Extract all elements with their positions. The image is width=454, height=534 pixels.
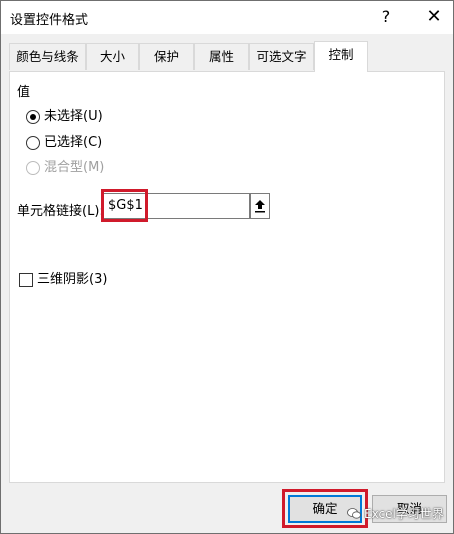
close-button[interactable]: ✕ bbox=[419, 3, 449, 31]
value-group-label: 值 bbox=[17, 85, 31, 100]
radio-label: 已选择(C) bbox=[44, 135, 103, 150]
radio-label: 未选择(U) bbox=[44, 109, 103, 124]
cell-link-label: 单元格链接(L): bbox=[17, 204, 104, 219]
collapse-dialog-icon bbox=[255, 200, 265, 213]
tab-size[interactable]: 大小 bbox=[86, 43, 139, 70]
tab-alt-text[interactable]: 可选文字 bbox=[249, 43, 314, 70]
tab-colors-lines[interactable]: 颜色与线条 bbox=[9, 43, 86, 70]
checkbox[interactable] bbox=[19, 273, 33, 287]
radio-label: 混合型(M) bbox=[44, 160, 105, 175]
control-tab-panel: 值 未选择(U) 已选择(C) 混合型(M) 单元格链接(L): $G$1 三维… bbox=[9, 71, 445, 483]
wechat-icon bbox=[347, 508, 361, 519]
title-bar: 设置控件格式 ? ✕ bbox=[1, 1, 453, 34]
help-button[interactable]: ? bbox=[371, 3, 401, 31]
format-control-dialog: 设置控件格式 ? ✕ 颜色与线条 大小 保护 属性 可选文字 控制 值 未选择(… bbox=[0, 0, 454, 534]
tab-control[interactable]: 控制 bbox=[314, 41, 368, 72]
tab-protection[interactable]: 保护 bbox=[139, 43, 194, 70]
radio-button[interactable] bbox=[26, 136, 40, 150]
shading-label: 三维阴影(3) bbox=[37, 272, 108, 287]
dialog-title: 设置控件格式 bbox=[10, 13, 89, 28]
watermark-text: Excel学习世界 bbox=[364, 507, 444, 521]
highlight-box-cell-link bbox=[101, 189, 148, 222]
collapse-dialog-button[interactable] bbox=[250, 193, 270, 219]
watermark: Excel学习世界 bbox=[347, 505, 444, 522]
radio-button bbox=[26, 161, 40, 175]
radio-button[interactable] bbox=[26, 110, 40, 124]
tab-properties[interactable]: 属性 bbox=[194, 43, 249, 70]
